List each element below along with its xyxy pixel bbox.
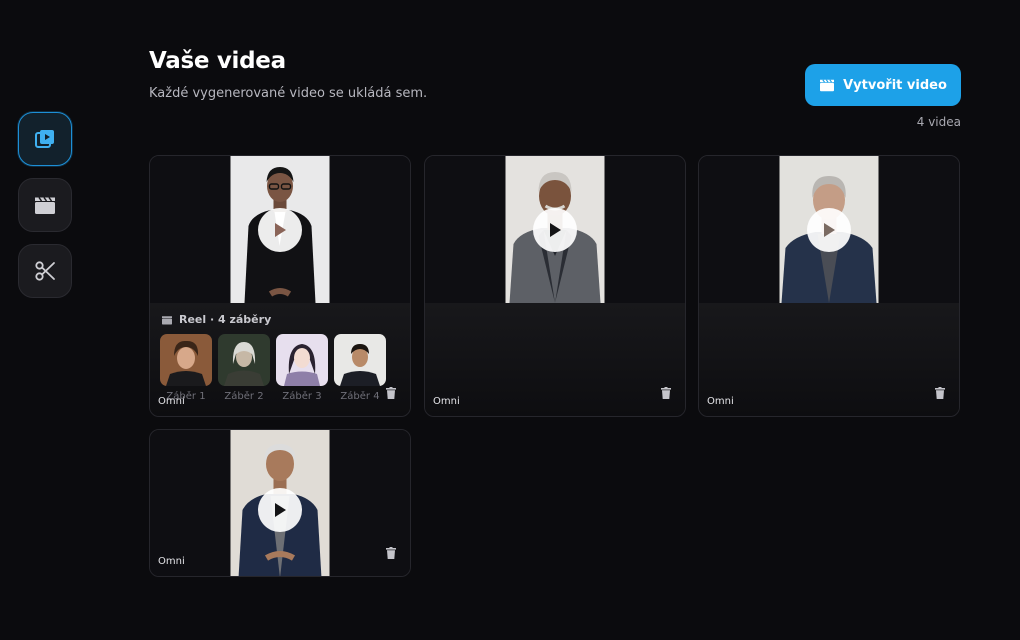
video-card[interactable]: Reel · 4 záběry Záběr 1 Záběr 2 Záběr 3 … bbox=[149, 155, 411, 417]
model-label: Omni bbox=[707, 396, 734, 407]
sidebar-item-create[interactable] bbox=[18, 178, 72, 232]
video-preview bbox=[150, 430, 410, 576]
clapperboard-icon bbox=[820, 79, 835, 92]
video-card[interactable]: Omni bbox=[698, 155, 960, 417]
clapperboard-icon bbox=[162, 315, 172, 324]
video-preview bbox=[699, 156, 959, 303]
scissors-icon bbox=[35, 261, 55, 281]
reel-shots: Záběr 1 Záběr 2 Záběr 3 Záběr 4 bbox=[160, 334, 386, 402]
model-label: Omni bbox=[433, 396, 460, 407]
model-label: Omni bbox=[158, 556, 185, 567]
video-library-icon bbox=[35, 130, 54, 148]
shot-label: Záběr 3 bbox=[282, 391, 322, 402]
clapperboard-icon bbox=[35, 197, 55, 214]
trash-icon bbox=[386, 387, 396, 399]
delete-button[interactable] bbox=[384, 386, 398, 400]
shot-label: Záběr 2 bbox=[224, 391, 264, 402]
delete-button[interactable] bbox=[933, 386, 947, 400]
trash-icon bbox=[386, 547, 396, 559]
sidebar-item-edit[interactable] bbox=[18, 244, 72, 298]
card-footer bbox=[699, 303, 959, 416]
reel-shot[interactable]: Záběr 2 bbox=[218, 334, 270, 402]
play-icon bbox=[275, 503, 286, 517]
reel-shot[interactable]: Záběr 1 bbox=[160, 334, 212, 402]
create-video-label: Vytvořit video bbox=[843, 77, 947, 93]
shot-thumbnail bbox=[160, 334, 212, 386]
delete-button[interactable] bbox=[659, 386, 673, 400]
play-button[interactable] bbox=[807, 207, 851, 252]
delete-button[interactable] bbox=[384, 546, 398, 560]
play-icon bbox=[275, 222, 286, 237]
page-header: Vaše videa Každé vygenerované video se u… bbox=[149, 48, 427, 101]
shot-thumbnail bbox=[276, 334, 328, 386]
play-button[interactable] bbox=[258, 488, 302, 532]
play-icon bbox=[824, 222, 835, 237]
video-preview bbox=[425, 156, 685, 303]
shot-label: Záběr 4 bbox=[340, 391, 380, 402]
reel-shot[interactable]: Záběr 3 bbox=[276, 334, 328, 402]
video-card[interactable]: Omni bbox=[149, 429, 411, 577]
video-card[interactable]: Omni bbox=[424, 155, 686, 417]
reel-shot[interactable]: Záběr 4 bbox=[334, 334, 386, 402]
page-title: Vaše videa bbox=[149, 48, 286, 74]
card-footer bbox=[425, 303, 685, 416]
model-label: Omni bbox=[158, 396, 185, 407]
play-icon bbox=[550, 222, 561, 237]
play-button[interactable] bbox=[533, 207, 577, 252]
shot-thumbnail bbox=[334, 334, 386, 386]
shot-thumbnail bbox=[218, 334, 270, 386]
sidebar-item-videos[interactable] bbox=[18, 112, 72, 166]
sidebar bbox=[18, 112, 72, 298]
video-count: 4 videa bbox=[916, 115, 961, 129]
reel-header: Reel · 4 záběry bbox=[161, 313, 271, 326]
trash-icon bbox=[661, 387, 671, 399]
reel-label: Reel · 4 záběry bbox=[179, 313, 272, 326]
video-preview bbox=[150, 156, 410, 303]
create-video-button[interactable]: Vytvořit video bbox=[805, 64, 961, 106]
trash-icon bbox=[935, 387, 945, 399]
play-button[interactable] bbox=[258, 207, 302, 252]
page-subtitle: Každé vygenerované video se ukládá sem. bbox=[149, 86, 428, 101]
